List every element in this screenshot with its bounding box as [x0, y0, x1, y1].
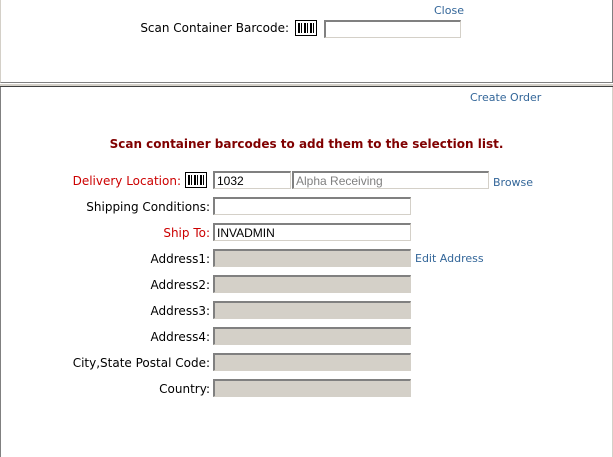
shipping-conditions-label: Shipping Conditions: [86, 200, 210, 214]
barcode-icon [295, 20, 317, 36]
close-link[interactable]: Close [434, 4, 464, 17]
city-state-postal-label: City,State Postal Code: [72, 356, 210, 370]
edit-address-link[interactable]: Edit Address [415, 252, 484, 265]
address1-field [213, 249, 411, 267]
delivery-location-code-input[interactable] [213, 171, 291, 189]
address2-field [213, 275, 411, 293]
city-state-postal-field [213, 353, 411, 371]
top-frame: Close Scan Container Barcode: [0, 0, 613, 83]
browse-link[interactable]: Browse [493, 176, 533, 189]
scan-barcode-input[interactable] [324, 20, 461, 38]
barcode-icon [185, 172, 207, 188]
delivery-location-name-field [292, 171, 489, 189]
country-field [213, 379, 411, 397]
address1-label: Address1: [150, 252, 210, 266]
address2-label: Address2: [150, 278, 210, 292]
shipping-conditions-input[interactable] [213, 197, 411, 215]
scan-barcode-label: Scan Container Barcode: [140, 21, 289, 35]
address4-field [213, 327, 411, 345]
create-order-link[interactable]: Create Order [470, 91, 541, 104]
instructions-heading: Scan container barcodes to add them to t… [109, 137, 504, 151]
address3-field [213, 301, 411, 319]
ship-to-label: Ship To: [163, 226, 210, 240]
delivery-location-label: Delivery Location: [72, 174, 181, 188]
ship-to-input[interactable] [213, 223, 411, 241]
country-label: Country: [159, 382, 210, 396]
address4-label: Address4: [150, 330, 210, 344]
address3-label: Address3: [150, 304, 210, 318]
